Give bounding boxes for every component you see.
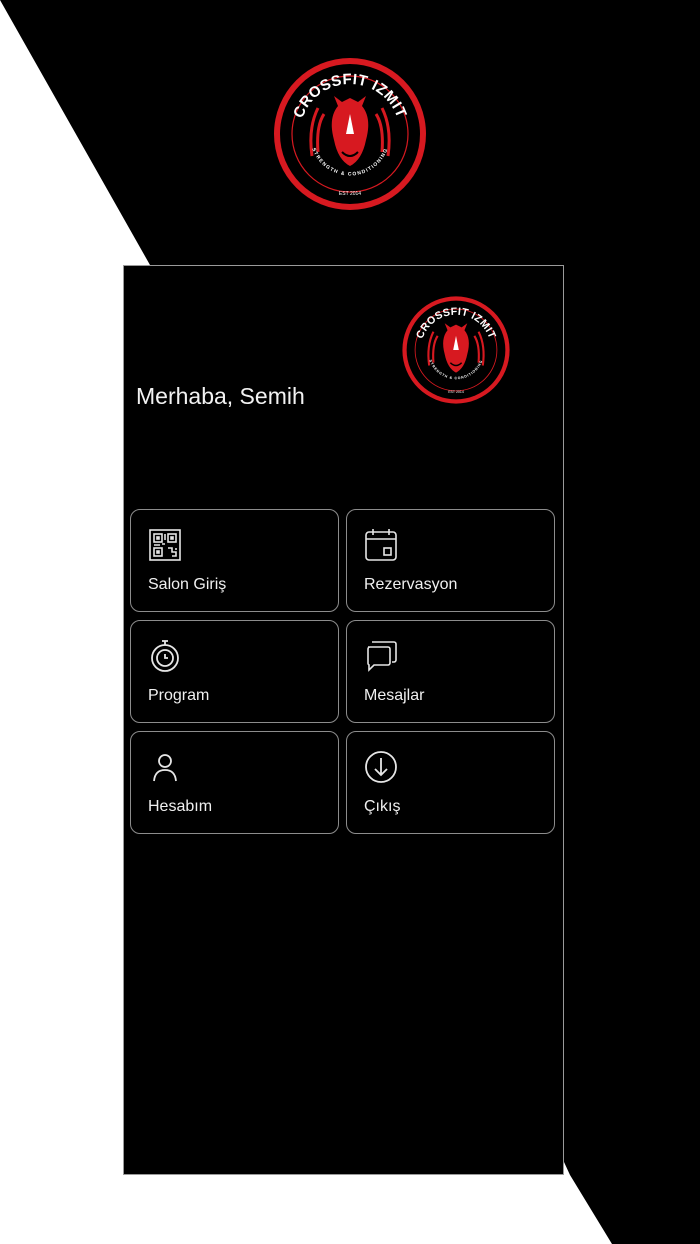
svg-text:EST 2014: EST 2014	[339, 191, 361, 197]
chat-bubbles-icon	[367, 641, 397, 672]
menu-tile-program[interactable]: Program	[130, 620, 339, 723]
menu-grid: Salon Giriş Rezervasyon Program Mesajlar…	[130, 509, 555, 834]
menu-tile-label: Rezervasyon	[364, 576, 458, 593]
menu-tile-cikis[interactable]: Çıkış	[346, 731, 555, 834]
logout-icon	[365, 751, 397, 783]
menu-tile-label: Hesabım	[148, 798, 213, 815]
menu-tile-mesajlar[interactable]: Mesajlar	[346, 620, 555, 723]
user-icon	[153, 754, 177, 782]
menu-tile-label: Çıkış	[364, 798, 401, 815]
greeting-text: Merhaba, Semih	[136, 383, 305, 409]
app-screen: CROSSFIT IZMIT STRENGTH & CONDITIONING E…	[123, 265, 564, 1175]
menu-tile-hesabim[interactable]: Hesabım	[130, 731, 339, 834]
crossfit-izmit-logo: CROSSFIT IZMIT STRENGTH & CONDITIONING E…	[274, 58, 426, 210]
stopwatch-icon	[151, 640, 179, 672]
crossfit-izmit-logo: CROSSFIT IZMIT STRENGTH & CONDITIONING E…	[402, 296, 510, 404]
menu-tile-rezervasyon[interactable]: Rezervasyon	[346, 509, 555, 612]
menu-tile-label: Mesajlar	[364, 687, 425, 704]
qr-code-icon	[149, 529, 181, 561]
menu-tile-salon-giris[interactable]: Salon Giriş	[130, 509, 339, 612]
svg-text:EST 2014: EST 2014	[448, 390, 464, 394]
menu-tile-label: Program	[148, 687, 210, 704]
calendar-icon	[365, 529, 397, 561]
menu-tile-label: Salon Giriş	[148, 576, 227, 593]
